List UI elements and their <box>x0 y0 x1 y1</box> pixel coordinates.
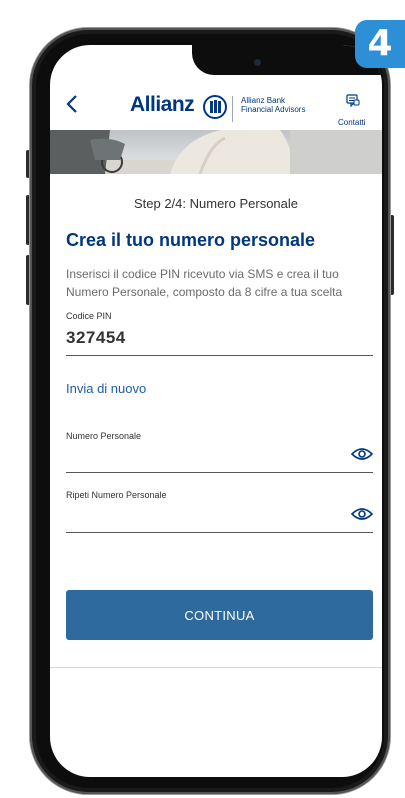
front-camera <box>254 59 261 66</box>
brand-subtitle: Allianz Bank Financial Advisors <box>241 96 321 114</box>
instruction-text: Inserisci il codice PIN ricevuto via SMS… <box>66 267 343 299</box>
repeat-number-underline <box>66 532 373 533</box>
phone-power-button <box>390 215 394 295</box>
personal-number-underline <box>66 472 373 473</box>
back-button[interactable] <box>66 94 78 119</box>
pin-field[interactable]: 327454 <box>66 328 126 348</box>
chevron-left-icon <box>66 95 77 113</box>
brand-logo-text: Allianz <box>130 93 195 116</box>
repeat-number-field[interactable] <box>66 506 346 528</box>
banner-photo-image <box>50 130 382 174</box>
phone-notch <box>192 45 382 75</box>
brand-logo-icon <box>203 95 227 119</box>
banner-photo <box>50 130 382 174</box>
step-badge: 4 <box>355 20 405 68</box>
footer-divider <box>50 667 382 668</box>
personal-number-label: Numero Personale <box>66 431 142 441</box>
chat-icon[interactable] <box>346 94 360 108</box>
pin-field-underline <box>66 355 373 356</box>
eye-icon[interactable] <box>351 507 373 521</box>
page-title: Crea il tuo numero personale <box>66 230 316 250</box>
logo-divider <box>232 96 233 122</box>
repeat-number-label: Ripeti Numero Personale <box>66 490 167 500</box>
continue-button[interactable]: CONTINUA <box>66 590 373 640</box>
brand-subtitle-line2: Financial Advisors <box>241 105 306 114</box>
contact-label[interactable]: Contatti <box>338 118 366 127</box>
resend-link[interactable]: Invia di nuovo <box>66 381 146 396</box>
eye-icon[interactable] <box>351 447 373 461</box>
personal-number-field[interactable] <box>66 446 346 468</box>
brand-subtitle-line1: Allianz Bank <box>241 96 286 105</box>
pin-field-label: Codice PIN <box>66 311 112 321</box>
step-indicator: Step 2/4: Numero Personale <box>133 196 299 211</box>
